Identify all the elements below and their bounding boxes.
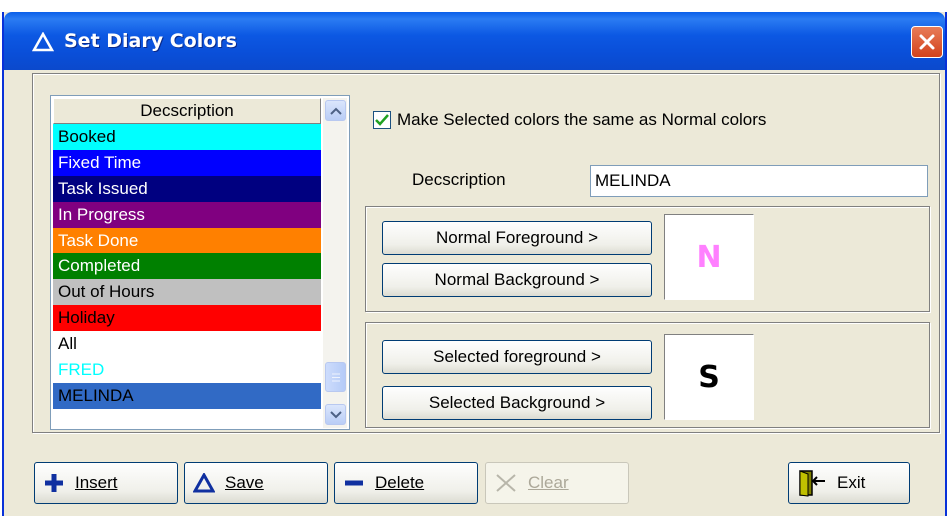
save-label: Save [225,473,264,492]
list-item[interactable]: Fixed Time [53,149,321,176]
scroll-thumb[interactable] [325,362,346,392]
normal-background-button[interactable]: Normal Background > [382,263,652,297]
scroll-down-button[interactable] [325,404,346,425]
same-colors-checkbox[interactable] [373,111,391,129]
list-item[interactable]: Out of Hours [53,279,321,306]
delete-button[interactable]: Delete [334,462,478,504]
scroll-up-button[interactable] [325,100,346,121]
list-item[interactable]: Completed [53,253,321,280]
description-label: Decscription [412,170,506,189]
clear-x-icon [494,472,518,494]
list-item[interactable]: Task Issued [53,175,321,202]
list-item[interactable]: In Progress [53,201,321,228]
save-button[interactable]: Save [184,462,328,504]
color-list[interactable]: Decscription Booked Fixed Time Task Issued… [50,95,350,430]
insert-button[interactable]: Insert [34,462,178,504]
title-bar[interactable]: Set Diary Colors [4,12,945,70]
insert-label: Insert [75,473,118,492]
normal-color-preview: N [664,214,754,300]
list-scrollbar[interactable] [323,98,347,428]
minus-icon [343,472,365,494]
list-item[interactable]: All [53,331,321,358]
normal-foreground-button[interactable]: Normal Foreground > [382,221,652,255]
selected-color-preview: S [664,334,754,420]
exit-door-icon [797,469,827,497]
chevron-down-icon [329,410,342,418]
same-colors-label: Make Selected colors the same as Normal … [397,110,767,129]
close-button[interactable] [911,26,943,58]
checkmark-icon [375,114,389,126]
plus-icon [43,472,65,494]
exit-button[interactable]: Exit [788,462,910,504]
list-item[interactable]: FRED [53,357,321,383]
close-icon [919,34,935,50]
list-item[interactable]: MELINDA [53,382,321,409]
same-colors-option[interactable]: Make Selected colors the same as Normal … [373,110,766,130]
selected-background-button[interactable]: Selected Background > [382,386,652,420]
clear-button[interactable]: Clear [485,462,629,504]
triangle-icon [32,32,54,52]
exit-label: Exit [837,473,866,492]
chevron-up-icon [329,107,342,115]
triangle-icon [193,473,215,493]
delete-label: Delete [375,473,425,492]
selected-foreground-button[interactable]: Selected foreground > [382,340,652,374]
list-items: Booked Fixed Time Task Issued In Progress Ta… [53,124,321,409]
list-header[interactable]: Decscription [53,98,321,124]
clear-label: Clear [528,473,569,492]
list-item[interactable]: Task Done [53,227,321,254]
list-item[interactable]: Booked [53,124,321,150]
grip-icon [331,373,340,381]
description-input[interactable] [590,165,928,197]
list-item[interactable]: Holiday [53,305,321,332]
window-title: Set Diary Colors [64,30,237,52]
